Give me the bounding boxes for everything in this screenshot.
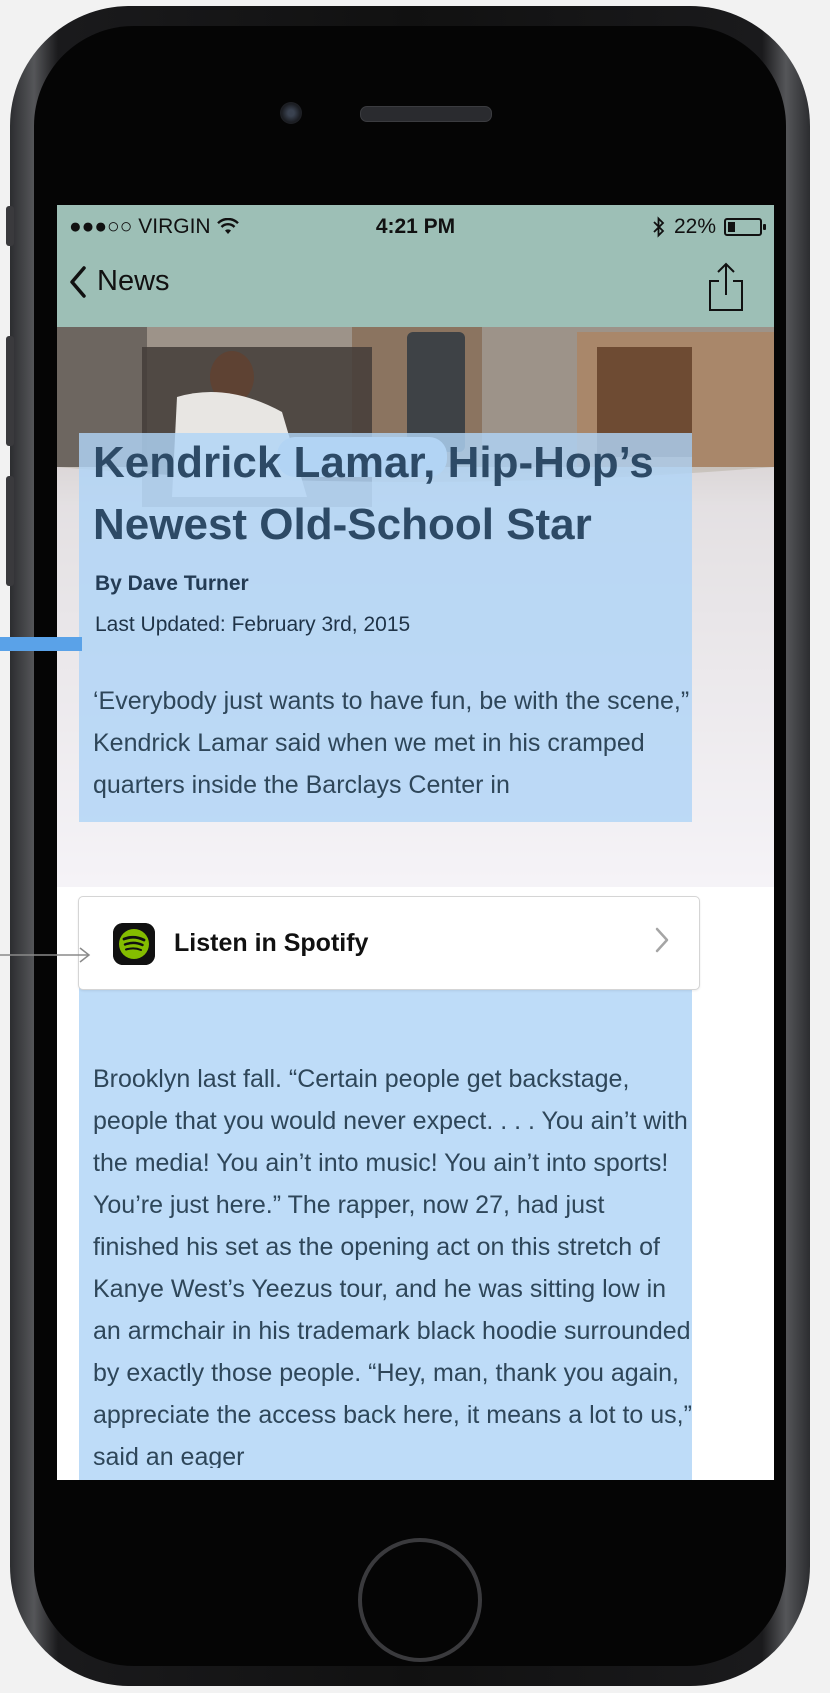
volume-down-button	[6, 476, 14, 586]
back-chevron-icon	[70, 265, 86, 298]
article-paragraph: Brooklyn last fall. “Certain people get …	[93, 1065, 692, 1468]
article-paragraph: ‘Everybody just wants to have fun, be wi…	[93, 687, 690, 799]
spotify-label: Listen in Spotify	[174, 929, 369, 957]
annotation-pointer-bar	[0, 637, 82, 651]
bluetooth-icon	[653, 216, 665, 238]
article-title: Kendrick Lamar, Hip-Hop’s Newest Old-Sch…	[93, 438, 654, 549]
front-camera	[280, 102, 302, 124]
volume-up-button	[6, 336, 14, 446]
chevron-right-icon	[655, 927, 669, 953]
status-bar: ●●●○○ VIRGIN 4:21 PM 22%	[57, 205, 774, 247]
home-button[interactable]	[358, 1538, 482, 1662]
back-label: News	[97, 265, 170, 297]
listen-in-spotify-button[interactable]: Listen in Spotify	[78, 896, 700, 990]
article-author: By Dave Turner	[95, 572, 249, 595]
battery-icon	[724, 218, 766, 236]
back-button[interactable]: News	[69, 265, 170, 298]
mute-switch	[6, 206, 14, 246]
spotify-icon	[113, 923, 155, 965]
annotation-arrow	[0, 947, 91, 963]
article-updated-date: Last Updated: February 3rd, 2015	[95, 613, 411, 636]
earpiece-speaker	[360, 106, 492, 122]
navigation-bar: News	[57, 247, 774, 327]
battery-percent: 22%	[673, 215, 716, 238]
share-icon[interactable]	[706, 261, 746, 313]
